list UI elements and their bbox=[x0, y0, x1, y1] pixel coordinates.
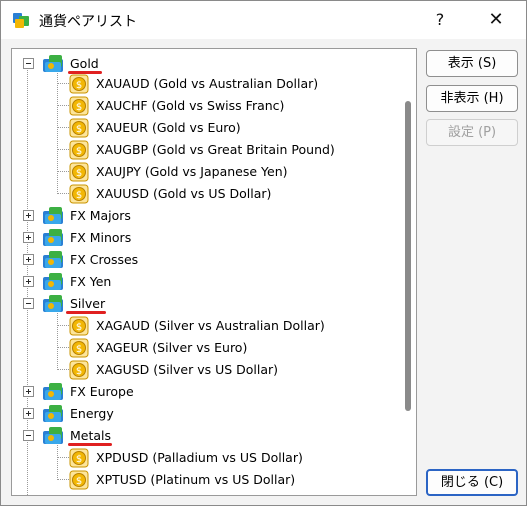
svg-text:$: $ bbox=[76, 190, 82, 201]
close-window-icon[interactable]: ✕ bbox=[479, 5, 513, 35]
folder-open-icon bbox=[43, 55, 63, 72]
group-fx-yen[interactable]: FX Yen bbox=[12, 271, 392, 293]
expand-fx-minors-toggle[interactable] bbox=[23, 232, 34, 243]
group-gold[interactable]: Gold bbox=[12, 53, 392, 75]
symbol-label: XPDUSD (Palladium vs US Dollar) bbox=[96, 450, 303, 465]
symbol-label: XAUUSD (Gold vs US Dollar) bbox=[96, 186, 272, 201]
expand-fx-europe-toggle[interactable] bbox=[23, 386, 34, 397]
currency-coin-icon: $ bbox=[69, 184, 89, 204]
symbol-label: XAUGBP (Gold vs Great Britain Pound) bbox=[96, 142, 335, 157]
folder-icon bbox=[43, 273, 63, 290]
group-fx-minors[interactable]: FX Minors bbox=[12, 227, 392, 249]
app-folder-icon bbox=[13, 13, 29, 28]
expand-fx-yen-toggle[interactable] bbox=[23, 276, 34, 287]
folder-icon bbox=[43, 251, 63, 268]
group-label-fx-yen: FX Yen bbox=[70, 274, 112, 289]
symbol-row[interactable]: $ XAGEUR (Silver vs Euro) bbox=[12, 337, 392, 359]
settings-button[interactable]: 設定 (P) bbox=[426, 119, 518, 146]
group-label-metals: Metals bbox=[70, 428, 112, 443]
collapse-gold-toggle[interactable] bbox=[23, 58, 34, 69]
symbol-label: XAUEUR (Gold vs Euro) bbox=[96, 120, 241, 135]
symbol-row[interactable]: $ XPDUSD (Palladium vs US Dollar) bbox=[12, 447, 392, 469]
group-label-silver: Silver bbox=[70, 296, 106, 311]
symbol-label: XAGUSD (Silver vs US Dollar) bbox=[96, 362, 279, 377]
svg-text:$: $ bbox=[76, 80, 82, 91]
currency-coin-icon: $ bbox=[69, 162, 89, 182]
symbol-label: XAUJPY (Gold vs Japanese Yen) bbox=[96, 164, 288, 179]
symbol-label: XAGEUR (Silver vs Euro) bbox=[96, 340, 248, 355]
currency-coin-icon: $ bbox=[69, 118, 89, 138]
svg-text:$: $ bbox=[76, 454, 82, 465]
currency-pair-list-dialog: 通貨ペアリスト ? ✕ Gold $ XAUAUD (Gold vs Austr… bbox=[0, 0, 527, 506]
symbol-row[interactable]: $ XAUGBP (Gold vs Great Britain Pound) bbox=[12, 139, 392, 161]
group-label-gold: Gold bbox=[70, 56, 99, 71]
group-silver[interactable]: Silver bbox=[12, 293, 392, 315]
collapse-silver-toggle[interactable] bbox=[23, 298, 34, 309]
symbol-label: XPTUSD (Platinum vs US Dollar) bbox=[96, 472, 296, 487]
currency-coin-icon: $ bbox=[69, 448, 89, 468]
currency-coin-icon: $ bbox=[69, 140, 89, 160]
group-fx-majors[interactable]: FX Majors bbox=[12, 205, 392, 227]
symbol-label: XAUCHF (Gold vs Swiss Franc) bbox=[96, 98, 285, 113]
folder-open-icon bbox=[43, 427, 63, 444]
symbol-row[interactable]: $ XAUAUD (Gold vs Australian Dollar) bbox=[12, 73, 392, 95]
hide-button[interactable]: 非表示 (H) bbox=[426, 85, 518, 112]
expand-energy-toggle[interactable] bbox=[23, 408, 34, 419]
collapse-metals-toggle[interactable] bbox=[23, 430, 34, 441]
svg-text:$: $ bbox=[76, 476, 82, 487]
expand-fx-majors-toggle[interactable] bbox=[23, 210, 34, 221]
group-fx-europe[interactable]: FX Europe bbox=[12, 381, 392, 403]
group-label-energy: Energy bbox=[70, 406, 114, 421]
currency-coin-icon: $ bbox=[69, 360, 89, 380]
svg-text:$: $ bbox=[76, 322, 82, 333]
currency-coin-icon: $ bbox=[69, 316, 89, 336]
window-title: 通貨ペアリスト bbox=[39, 14, 137, 30]
expand-fx-crosses-toggle[interactable] bbox=[23, 254, 34, 265]
currency-coin-icon: $ bbox=[69, 470, 89, 490]
currency-coin-icon: $ bbox=[69, 338, 89, 358]
symbol-label: XAGAUD (Silver vs Australian Dollar) bbox=[96, 318, 325, 333]
folder-icon bbox=[43, 405, 63, 422]
group-label-fx-minors: FX Minors bbox=[70, 230, 132, 245]
folder-open-icon bbox=[43, 295, 63, 312]
folder-icon bbox=[43, 207, 63, 224]
symbol-row[interactable]: $ XPTUSD (Platinum vs US Dollar) bbox=[12, 469, 392, 491]
folder-icon bbox=[43, 383, 63, 400]
symbol-row[interactable]: $ XAUJPY (Gold vs Japanese Yen) bbox=[12, 161, 392, 183]
symbol-row[interactable]: $ XAGAUD (Silver vs Australian Dollar) bbox=[12, 315, 392, 337]
title-bar: 通貨ペアリスト ? ✕ bbox=[1, 1, 526, 39]
group-label-fx-crosses: FX Crosses bbox=[70, 252, 139, 267]
group-label-fx-majors: FX Majors bbox=[70, 208, 131, 223]
group-energy[interactable]: Energy bbox=[12, 403, 392, 425]
svg-text:$: $ bbox=[76, 102, 82, 113]
scrollbar-thumb[interactable] bbox=[405, 101, 411, 411]
svg-text:$: $ bbox=[76, 146, 82, 157]
symbol-row[interactable]: $ XAGUSD (Silver vs US Dollar) bbox=[12, 359, 392, 381]
currency-coin-icon: $ bbox=[69, 96, 89, 116]
group-fx-crosses[interactable]: FX Crosses bbox=[12, 249, 392, 271]
symbol-row[interactable]: $ XAUEUR (Gold vs Euro) bbox=[12, 117, 392, 139]
svg-text:$: $ bbox=[76, 344, 82, 355]
help-button[interactable]: ? bbox=[423, 5, 457, 35]
symbol-row[interactable]: $ XAUCHF (Gold vs Swiss Franc) bbox=[12, 95, 392, 117]
symbol-label: XAUAUD (Gold vs Australian Dollar) bbox=[96, 76, 319, 91]
symbol-tree[interactable]: Gold $ XAUAUD (Gold vs Australian Dollar… bbox=[11, 48, 417, 496]
group-metals[interactable]: Metals bbox=[12, 425, 392, 447]
symbol-row[interactable]: $ XAUUSD (Gold vs US Dollar) bbox=[12, 183, 392, 205]
close-button[interactable]: 閉じる (C) bbox=[426, 469, 518, 496]
svg-text:$: $ bbox=[76, 124, 82, 135]
svg-text:$: $ bbox=[76, 168, 82, 179]
group-label-fx-europe: FX Europe bbox=[70, 384, 134, 399]
show-button[interactable]: 表示 (S) bbox=[426, 50, 518, 77]
folder-icon bbox=[43, 229, 63, 246]
svg-text:$: $ bbox=[76, 366, 82, 377]
currency-coin-icon: $ bbox=[69, 74, 89, 94]
